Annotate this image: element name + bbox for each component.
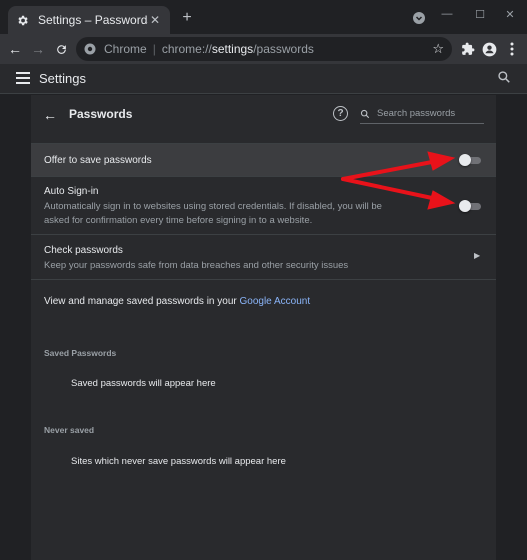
passwords-header: ← Passwords ? <box>31 95 496 133</box>
saved-passwords-empty: Saved passwords will appear here <box>71 378 216 389</box>
omnibox-chip: Chrome <box>104 42 147 56</box>
chevron-right-icon: ▶ <box>474 251 481 260</box>
chevron-down-icon[interactable] <box>409 10 429 26</box>
plus-icon[interactable]: + <box>178 9 196 27</box>
manage-text: View and manage saved passwords in your <box>44 296 237 307</box>
passwords-card: ← Passwords ? Offer to save passwords Au… <box>31 95 496 560</box>
offer-to-save-row[interactable]: Offer to save passwords <box>31 143 496 176</box>
google-account-link[interactable]: Google Account <box>240 296 311 307</box>
settings-header: Settings <box>0 64 527 94</box>
offer-to-save-label: Offer to save passwords <box>44 155 152 166</box>
page-title: Passwords <box>69 107 133 121</box>
window-close-icon[interactable]: ✕ <box>500 6 520 22</box>
manage-passwords-text: View and manage saved passwords in your … <box>44 296 310 307</box>
person-icon[interactable] <box>481 41 497 57</box>
url-host: settings <box>211 42 254 56</box>
toggle-knob <box>459 154 471 166</box>
manage-passwords-row: View and manage saved passwords in your … <box>31 279 496 324</box>
never-saved-empty: Sites which never save passwords will ap… <box>71 456 286 467</box>
toggle-knob <box>459 200 471 212</box>
saved-passwords-heading: Saved Passwords <box>44 348 117 358</box>
auto-signin-toggle[interactable] <box>459 200 481 212</box>
left-gutter <box>0 95 31 560</box>
check-passwords-description: Keep your passwords safe from data breac… <box>44 260 349 271</box>
url-scheme: chrome:// <box>161 42 212 56</box>
arrow-left-icon[interactable]: ← <box>43 107 57 123</box>
never-saved-heading: Never saved <box>44 425 95 435</box>
chrome-logo-icon[interactable] <box>84 42 98 56</box>
star-icon[interactable]: ☆ <box>432 41 444 57</box>
search-icon <box>360 108 372 120</box>
search-icon[interactable] <box>497 70 513 86</box>
offer-to-save-toggle[interactable] <box>459 154 481 166</box>
tab-settings-passwords[interactable]: Settings – Passwords ✕ <box>8 6 170 34</box>
browser-toolbar: ← → Chrome | chrome://settings/passwords… <box>0 34 527 64</box>
address-bar[interactable]: Chrome | chrome://settings/passwords ☆ <box>76 37 452 61</box>
tab-title: Settings – Passwords <box>38 13 148 27</box>
auto-signin-label: Auto Sign-in <box>44 186 99 197</box>
url-path: /passwords <box>253 42 314 56</box>
arrow-left-icon[interactable]: ← <box>6 40 24 58</box>
gear-icon <box>16 13 30 27</box>
reload-icon[interactable] <box>52 40 70 58</box>
right-gutter <box>496 95 527 560</box>
close-icon[interactable]: ✕ <box>148 13 162 27</box>
maximize-icon[interactable]: ☐ <box>470 6 490 22</box>
check-passwords-label: Check passwords <box>44 245 123 256</box>
more-vert-icon[interactable] <box>504 41 520 57</box>
arrow-right-icon[interactable]: → <box>29 40 47 58</box>
settings-title: Settings <box>39 71 86 86</box>
auto-signin-row[interactable]: Auto Sign-in Automatically sign in to we… <box>31 176 496 234</box>
omnibox-separator: | <box>152 42 156 56</box>
check-passwords-row[interactable]: Check passwords Keep your passwords safe… <box>31 234 496 279</box>
menu-icon[interactable] <box>16 72 30 84</box>
title-bar: Settings – Passwords ✕ + — ☐ ✕ <box>0 0 527 34</box>
search-passwords-field[interactable] <box>360 104 484 124</box>
help-icon[interactable]: ? <box>333 106 348 121</box>
puzzle-icon[interactable] <box>460 41 476 57</box>
auto-signin-description: Automatically sign in to websites using … <box>44 201 382 226</box>
search-passwords-input[interactable] <box>377 108 477 119</box>
minimize-icon[interactable]: — <box>437 6 457 22</box>
